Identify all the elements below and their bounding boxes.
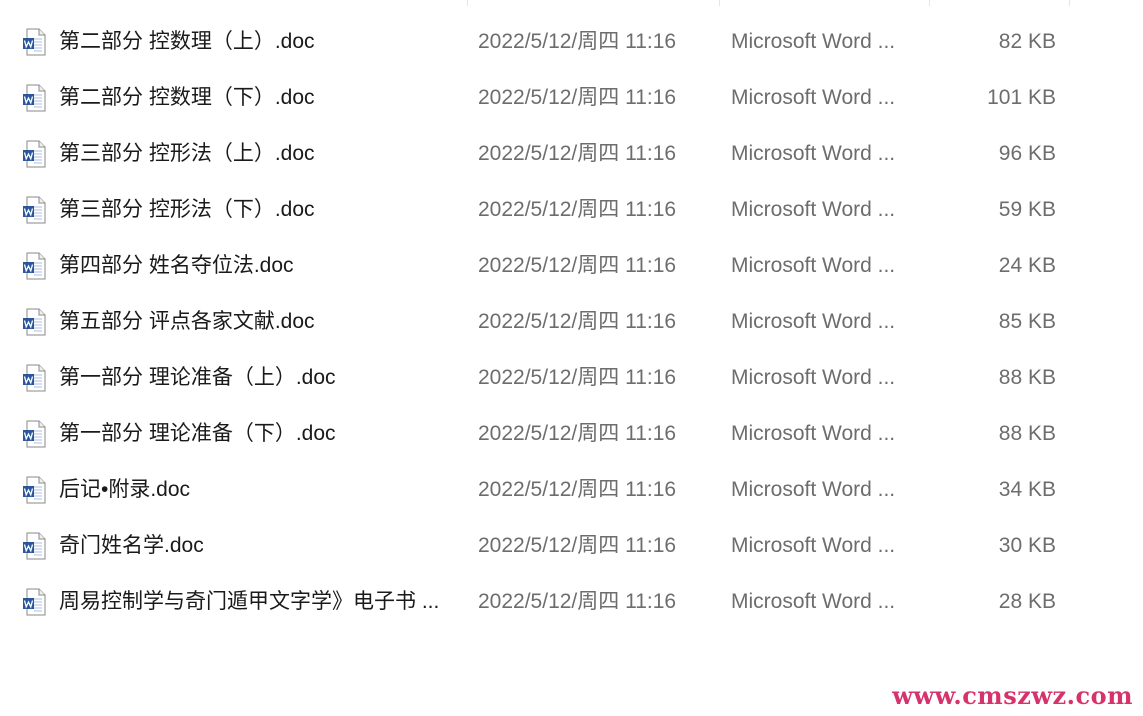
file-date-modified: 2022/5/12/周四 11:16 [478, 198, 677, 221]
file-size: 34 KB [998, 478, 1056, 501]
word-doc-icon [23, 196, 46, 224]
file-size: 24 KB [998, 254, 1056, 277]
file-type: Microsoft Word ... [731, 534, 896, 557]
file-date-modified: 2022/5/12/周四 11:16 [478, 366, 677, 389]
file-type: Microsoft Word ... [731, 142, 896, 165]
file-date-modified: 2022/5/12/周四 11:16 [478, 254, 677, 277]
file-date-modified: 2022/5/12/周四 11:16 [478, 142, 677, 165]
file-row[interactable]: 后记•附录.doc 2022/5/12/周四 11:16 Microsoft W… [0, 462, 1143, 518]
file-size: 59 KB [998, 198, 1056, 221]
file-name[interactable]: 第五部分 评点各家文献.doc [59, 294, 459, 350]
word-doc-icon [23, 588, 46, 616]
file-list: 第二部分 控数理（上）.doc 2022/5/12/周四 11:16 Micro… [0, 14, 1143, 630]
file-size: 88 KB [998, 422, 1056, 445]
file-date-modified: 2022/5/12/周四 11:16 [478, 30, 677, 53]
file-date-modified: 2022/5/12/周四 11:16 [478, 86, 677, 109]
file-row[interactable]: 第四部分 姓名夺位法.doc 2022/5/12/周四 11:16 Micros… [0, 238, 1143, 294]
word-doc-icon [23, 364, 46, 392]
file-row[interactable]: 第一部分 理论准备（下）.doc 2022/5/12/周四 11:16 Micr… [0, 406, 1143, 462]
file-type: Microsoft Word ... [731, 254, 896, 277]
file-row[interactable]: 第三部分 控形法（上）.doc 2022/5/12/周四 11:16 Micro… [0, 126, 1143, 182]
word-doc-icon [23, 420, 46, 448]
file-size: 96 KB [998, 142, 1056, 165]
file-size: 82 KB [998, 30, 1056, 53]
watermark: www.cmszwz.com [892, 681, 1133, 710]
file-name[interactable]: 第四部分 姓名夺位法.doc [59, 238, 459, 294]
column-divider[interactable] [467, 0, 468, 6]
file-size: 28 KB [998, 590, 1056, 613]
file-size: 101 KB [987, 86, 1056, 109]
word-doc-icon [23, 252, 46, 280]
column-divider[interactable] [719, 0, 720, 6]
file-row[interactable]: 周易控制学与奇门遁甲文字学》电子书 ... 2022/5/12/周四 11:16… [0, 574, 1143, 630]
word-doc-icon [23, 308, 46, 336]
file-type: Microsoft Word ... [731, 310, 896, 333]
file-date-modified: 2022/5/12/周四 11:16 [478, 422, 677, 445]
word-doc-icon [23, 476, 46, 504]
file-type: Microsoft Word ... [731, 422, 896, 445]
word-doc-icon [23, 140, 46, 168]
word-doc-icon [23, 28, 46, 56]
file-name[interactable]: 第一部分 理论准备（上）.doc [59, 350, 459, 406]
file-type: Microsoft Word ... [731, 86, 896, 109]
file-row[interactable]: 第五部分 评点各家文献.doc 2022/5/12/周四 11:16 Micro… [0, 294, 1143, 350]
file-type: Microsoft Word ... [731, 590, 896, 613]
file-row[interactable]: 奇门姓名学.doc 2022/5/12/周四 11:16 Microsoft W… [0, 518, 1143, 574]
file-name[interactable]: 周易控制学与奇门遁甲文字学》电子书 ... [59, 574, 459, 630]
file-size: 85 KB [998, 310, 1056, 333]
file-name[interactable]: 第一部分 理论准备（下）.doc [59, 406, 459, 462]
file-size: 30 KB [998, 534, 1056, 557]
file-date-modified: 2022/5/12/周四 11:16 [478, 310, 677, 333]
file-type: Microsoft Word ... [731, 478, 896, 501]
word-doc-icon [23, 532, 46, 560]
file-row[interactable]: 第三部分 控形法（下）.doc 2022/5/12/周四 11:16 Micro… [0, 182, 1143, 238]
file-name[interactable]: 第二部分 控数理（上）.doc [59, 14, 459, 70]
file-type: Microsoft Word ... [731, 366, 896, 389]
file-name[interactable]: 第三部分 控形法（上）.doc [59, 126, 459, 182]
file-type: Microsoft Word ... [731, 198, 896, 221]
file-row[interactable]: 第二部分 控数理（上）.doc 2022/5/12/周四 11:16 Micro… [0, 14, 1143, 70]
file-name[interactable]: 第二部分 控数理（下）.doc [59, 70, 459, 126]
column-divider[interactable] [929, 0, 930, 6]
file-date-modified: 2022/5/12/周四 11:16 [478, 534, 677, 557]
word-doc-icon [23, 84, 46, 112]
file-name[interactable]: 第三部分 控形法（下）.doc [59, 182, 459, 238]
file-date-modified: 2022/5/12/周四 11:16 [478, 590, 677, 613]
file-explorer-details-view: 第二部分 控数理（上）.doc 2022/5/12/周四 11:16 Micro… [0, 0, 1143, 716]
file-name[interactable]: 后记•附录.doc [59, 462, 459, 518]
file-row[interactable]: 第二部分 控数理（下）.doc 2022/5/12/周四 11:16 Micro… [0, 70, 1143, 126]
file-type: Microsoft Word ... [731, 30, 896, 53]
column-divider[interactable] [1069, 0, 1070, 6]
file-name[interactable]: 奇门姓名学.doc [59, 518, 459, 574]
file-row[interactable]: 第一部分 理论准备（上）.doc 2022/5/12/周四 11:16 Micr… [0, 350, 1143, 406]
file-size: 88 KB [998, 366, 1056, 389]
file-date-modified: 2022/5/12/周四 11:16 [478, 478, 677, 501]
